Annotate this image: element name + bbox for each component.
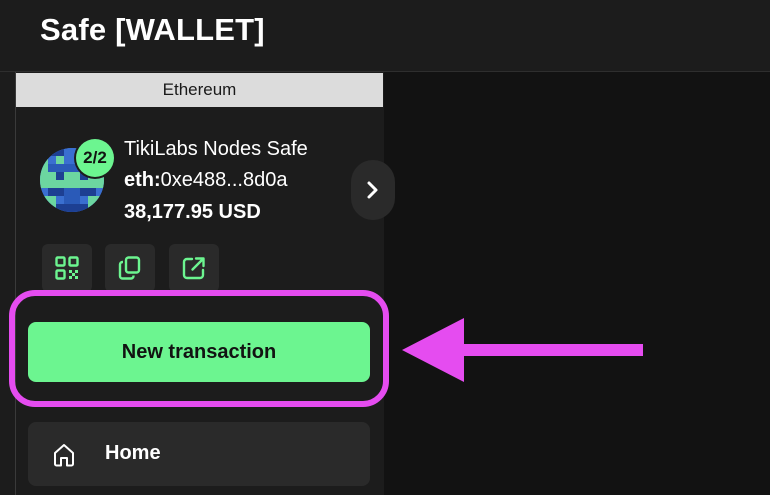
chain-prefix: eth: (124, 169, 161, 191)
main-content (384, 72, 770, 495)
open-explorer-button[interactable] (169, 244, 219, 292)
external-link-icon (182, 257, 205, 280)
safe-address[interactable]: eth:0xe488...8d0a (124, 169, 287, 192)
threshold-badge: 2/2 (76, 139, 114, 177)
copy-icon (118, 256, 141, 280)
app-title: Safe [WALLET] (40, 12, 265, 47)
open-safe-list-button[interactable] (351, 160, 395, 220)
copy-address-button[interactable] (105, 244, 155, 292)
sidebar-item-label: Home (105, 442, 161, 464)
pointer-arrow-icon (402, 318, 643, 382)
qr-code-icon (55, 256, 79, 280)
safe-balance: 38,177.95 USD (124, 201, 261, 223)
address-value: 0xe488...8d0a (160, 169, 288, 191)
new-transaction-button[interactable]: New transaction (28, 322, 370, 382)
home-icon (54, 444, 74, 467)
safe-name: TikiLabs Nodes Safe (124, 138, 308, 160)
chevron-right-icon (367, 181, 378, 199)
network-label: Ethereum (16, 73, 383, 107)
window-edge (0, 72, 15, 495)
sidebar-item-home[interactable]: Home (28, 422, 370, 486)
qr-code-button[interactable] (42, 244, 92, 292)
app-header: Safe [WALLET] (0, 0, 770, 72)
